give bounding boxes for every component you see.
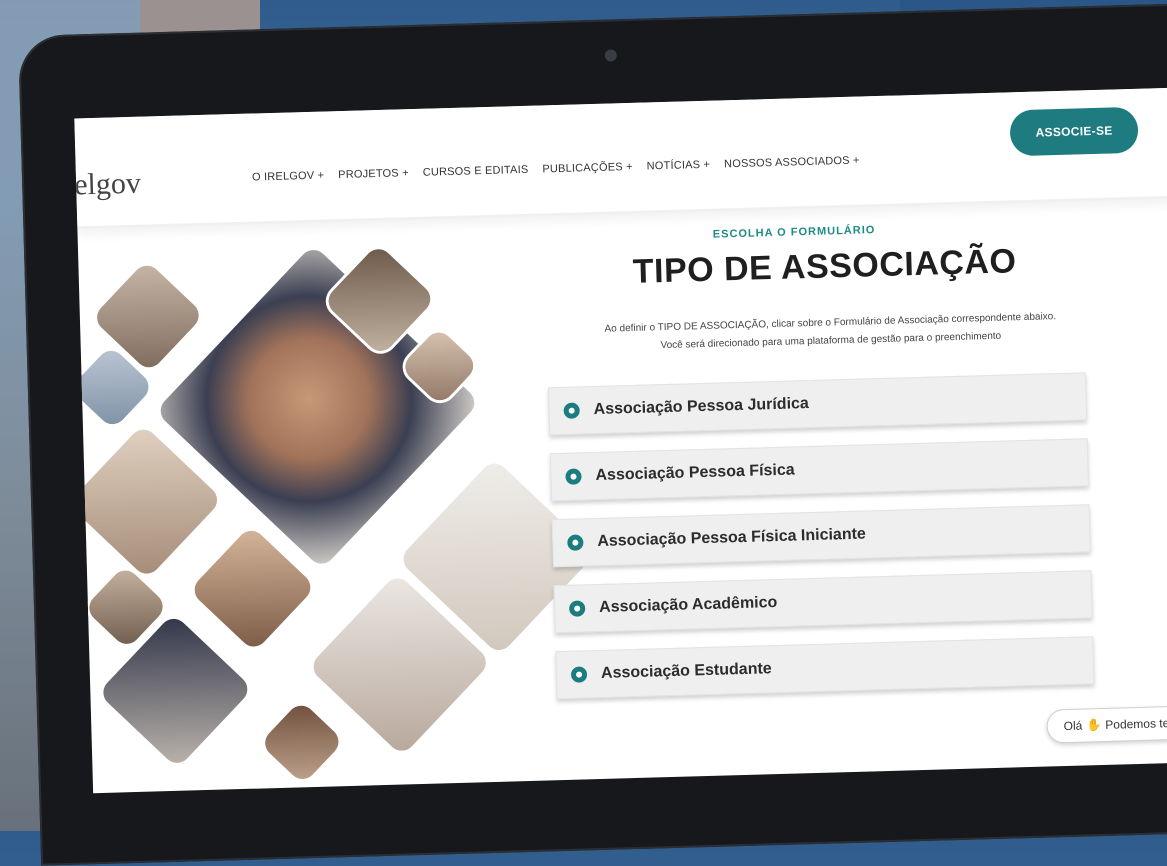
nav-item-projetos[interactable]: PROJETOS +	[338, 167, 409, 181]
site-logo[interactable]: elgov	[74, 167, 141, 203]
nav-item-o-irelgov[interactable]: O IRELGOV +	[252, 170, 325, 184]
option-label: Associação Acadêmico	[598, 594, 778, 616]
hero-collage	[74, 235, 596, 785]
laptop-screen: elgov O IRELGOV + PROJETOS + CURSOS E ED…	[74, 86, 1167, 794]
option-academico[interactable]: Associação Acadêmico	[553, 570, 1093, 634]
collage-tile	[259, 699, 345, 785]
section-eyebrow: ESCOLHA O FORMULÁRIO	[712, 224, 876, 241]
association-options: Associação Pessoa Jurídica Associação Pe…	[548, 372, 1095, 717]
option-label: Associação Pessoa Física Iniciante	[597, 525, 867, 551]
site-header: elgov O IRELGOV + PROJETOS + CURSOS E ED…	[74, 86, 1167, 230]
eye-icon	[570, 666, 588, 683]
eye-icon	[563, 402, 580, 419]
page-title: TIPO DE ASSOCIAÇÃO	[632, 242, 1017, 291]
eye-icon	[565, 468, 582, 485]
nav-item-publicacoes[interactable]: PUBLICAÇÕES +	[542, 161, 633, 176]
chat-greeting: Olá	[1063, 718, 1083, 734]
nav-item-cursos-e-editais[interactable]: CURSOS E EDITAIS	[423, 164, 529, 179]
nav-item-nossos-associados[interactable]: NOSSOS ASSOCIADOS +	[724, 155, 860, 171]
webcam	[604, 49, 617, 62]
eye-icon	[567, 534, 584, 551]
option-pessoa-juridica[interactable]: Associação Pessoa Jurídica	[548, 372, 1088, 436]
nav-item-noticias[interactable]: NOTÍCIAS +	[647, 159, 711, 173]
collage-tile-hands	[154, 244, 481, 570]
main-nav: O IRELGOV + PROJETOS + CURSOS E EDITAIS …	[252, 155, 860, 184]
option-label: Associação Estudante	[600, 660, 772, 682]
option-estudante[interactable]: Associação Estudante	[555, 636, 1095, 700]
waving-hand-icon: ✋	[1086, 718, 1102, 733]
option-pessoa-fisica[interactable]: Associação Pessoa Física	[549, 438, 1089, 502]
option-label: Associação Pessoa Física	[595, 461, 795, 485]
associe-se-button[interactable]: ASSOCIE-SE	[1009, 106, 1139, 157]
chat-widget[interactable]: Olá ✋ Podemos te	[1046, 703, 1167, 744]
eye-icon	[568, 600, 586, 617]
chat-text: Podemos te	[1105, 716, 1167, 732]
laptop-frame: elgov O IRELGOV + PROJETOS + CURSOS E ED…	[18, 3, 1167, 866]
option-label: Associação Pessoa Jurídica	[593, 395, 810, 419]
option-pessoa-fisica-iniciante[interactable]: Associação Pessoa Física Iniciante	[551, 504, 1091, 568]
